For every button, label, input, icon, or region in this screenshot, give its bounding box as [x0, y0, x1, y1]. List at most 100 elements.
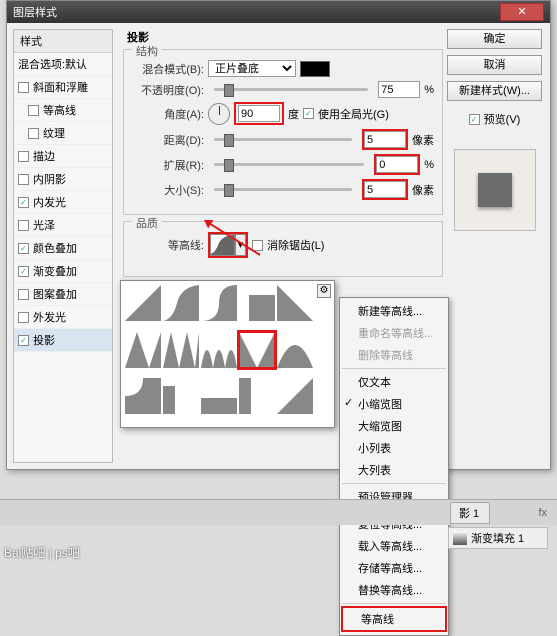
blendmode-select[interactable]: 正片叠底 — [208, 60, 296, 77]
panel-title: 投影 — [127, 29, 443, 45]
contour-thumb[interactable] — [163, 378, 199, 414]
contour-thumb[interactable] — [163, 285, 199, 321]
menu-contours[interactable]: 等高线 — [341, 606, 447, 632]
contour-thumb[interactable] — [125, 332, 161, 368]
style-label: 光泽 — [33, 217, 55, 233]
opacity-slider[interactable] — [214, 88, 368, 91]
watermark: Bai贴吧 | ps吧 — [4, 544, 80, 561]
ok-button[interactable]: 确定 — [447, 29, 542, 49]
style-item[interactable]: ✓ 内发光 — [14, 191, 112, 214]
bottom-bar: 影 1 fx — [0, 499, 557, 525]
titlebar[interactable]: 图层样式 ✕ — [7, 1, 550, 23]
angle-input[interactable] — [238, 105, 280, 122]
style-label: 纹理 — [43, 125, 65, 141]
menu-rename-contour: 重命名等高线... — [340, 322, 448, 344]
contour-thumb[interactable] — [125, 378, 161, 414]
style-label: 颜色叠加 — [33, 240, 77, 256]
size-slider[interactable] — [214, 188, 352, 191]
style-item[interactable]: 等高线 — [14, 99, 112, 122]
preview-label: 预览(V) — [484, 111, 521, 127]
contour-thumb[interactable] — [163, 332, 199, 368]
style-label: 投影 — [33, 332, 55, 348]
style-item[interactable]: 图案叠加 — [14, 283, 112, 306]
style-checkbox[interactable] — [28, 105, 39, 116]
angle-dial[interactable] — [208, 103, 230, 125]
spread-slider[interactable] — [214, 163, 364, 166]
style-label: 描边 — [33, 148, 55, 164]
menu-small-thumb[interactable]: 小缩览图 — [340, 393, 448, 415]
menu-replace-contours[interactable]: 替换等高线... — [340, 579, 448, 601]
style-checkbox[interactable] — [18, 151, 29, 162]
contour-thumb[interactable] — [277, 285, 313, 321]
style-item[interactable]: 纹理 — [14, 122, 112, 145]
style-item[interactable]: 外发光 — [14, 306, 112, 329]
style-item[interactable]: ✓ 颜色叠加 — [14, 237, 112, 260]
structure-legend: 结构 — [132, 43, 162, 59]
opacity-label: 不透明度(O): — [132, 82, 204, 98]
style-label: 斜面和浮雕 — [33, 79, 88, 95]
menu-text-only[interactable]: 仅文本 — [340, 371, 448, 393]
cancel-button[interactable]: 取消 — [447, 55, 542, 75]
style-checkbox[interactable]: ✓ — [18, 197, 29, 208]
style-item[interactable]: 斜面和浮雕 — [14, 76, 112, 99]
contour-thumb[interactable] — [239, 285, 275, 321]
style-item[interactable]: 描边 — [14, 145, 112, 168]
size-label: 大小(S): — [132, 182, 204, 198]
menu-save-contours[interactable]: 存储等高线... — [340, 557, 448, 579]
style-checkbox[interactable]: ✓ — [18, 335, 29, 346]
spread-input[interactable] — [376, 156, 418, 173]
style-checkbox[interactable] — [28, 128, 39, 139]
blendmode-label: 混合模式(B): — [132, 61, 204, 77]
style-checkbox[interactable] — [18, 82, 29, 93]
style-item[interactable]: 内阴影 — [14, 168, 112, 191]
distance-input[interactable] — [364, 131, 406, 148]
contour-thumb[interactable] — [277, 332, 313, 368]
contour-thumb[interactable] — [125, 285, 161, 321]
close-button[interactable]: ✕ — [500, 3, 544, 21]
style-checkbox[interactable] — [18, 220, 29, 231]
blend-options-row[interactable]: 混合选项:默认 — [14, 53, 112, 76]
global-light-checkbox[interactable]: ✓ — [303, 108, 314, 119]
contour-context-menu: 新建等高线... 重命名等高线... 删除等高线 仅文本 小缩览图 大缩览图 小… — [339, 297, 449, 636]
style-checkbox[interactable] — [18, 289, 29, 300]
action-column: 确定 取消 新建样式(W)... ✓ 预览(V) — [447, 29, 542, 463]
layer-tab[interactable]: 影 1 — [450, 502, 490, 524]
style-item[interactable]: ✓ 投影 — [14, 329, 112, 352]
contour-thumb[interactable] — [201, 378, 237, 414]
style-label: 内阴影 — [33, 171, 66, 187]
style-label: 等高线 — [43, 102, 76, 118]
style-label: 图案叠加 — [33, 286, 77, 302]
distance-slider[interactable] — [214, 138, 352, 141]
structure-group: 结构 混合模式(B): 正片叠底 不透明度(O): % 角度(A): 度 — [123, 49, 443, 215]
menu-new-contour[interactable]: 新建等高线... — [340, 300, 448, 322]
gradient-icon — [453, 531, 467, 545]
contour-thumb[interactable] — [201, 332, 237, 368]
new-style-button[interactable]: 新建样式(W)... — [447, 81, 542, 101]
style-checkbox[interactable] — [18, 174, 29, 185]
contour-thumb[interactable] — [239, 378, 275, 414]
style-label: 内发光 — [33, 194, 66, 210]
contour-thumb[interactable] — [239, 332, 275, 368]
contour-thumb[interactable] — [201, 285, 237, 321]
antialias-checkbox[interactable] — [252, 240, 263, 251]
opacity-input[interactable] — [378, 81, 420, 98]
gear-icon[interactable]: ⚙ — [317, 284, 331, 298]
style-item[interactable]: 光泽 — [14, 214, 112, 237]
menu-large-list[interactable]: 大列表 — [340, 459, 448, 481]
quality-group: 品质 等高线: ▾ 消除锯齿(L) — [123, 221, 443, 277]
menu-load-contours[interactable]: 载入等高线... — [340, 535, 448, 557]
size-input[interactable] — [364, 181, 406, 198]
contour-thumb[interactable] — [277, 378, 313, 414]
menu-delete-contour: 删除等高线 — [340, 344, 448, 366]
style-checkbox[interactable] — [18, 312, 29, 323]
spread-label: 扩展(R): — [132, 157, 204, 173]
menu-small-list[interactable]: 小列表 — [340, 437, 448, 459]
style-checkbox[interactable]: ✓ — [18, 266, 29, 277]
style-item[interactable]: ✓渐变叠加 — [14, 260, 112, 283]
menu-large-thumb[interactable]: 大缩览图 — [340, 415, 448, 437]
style-checkbox[interactable]: ✓ — [18, 243, 29, 254]
style-label: 外发光 — [33, 309, 66, 325]
layer-row[interactable]: 渐变填充 1 — [448, 527, 548, 549]
shadow-color-swatch[interactable] — [300, 61, 330, 77]
preview-checkbox[interactable]: ✓ — [469, 114, 480, 125]
